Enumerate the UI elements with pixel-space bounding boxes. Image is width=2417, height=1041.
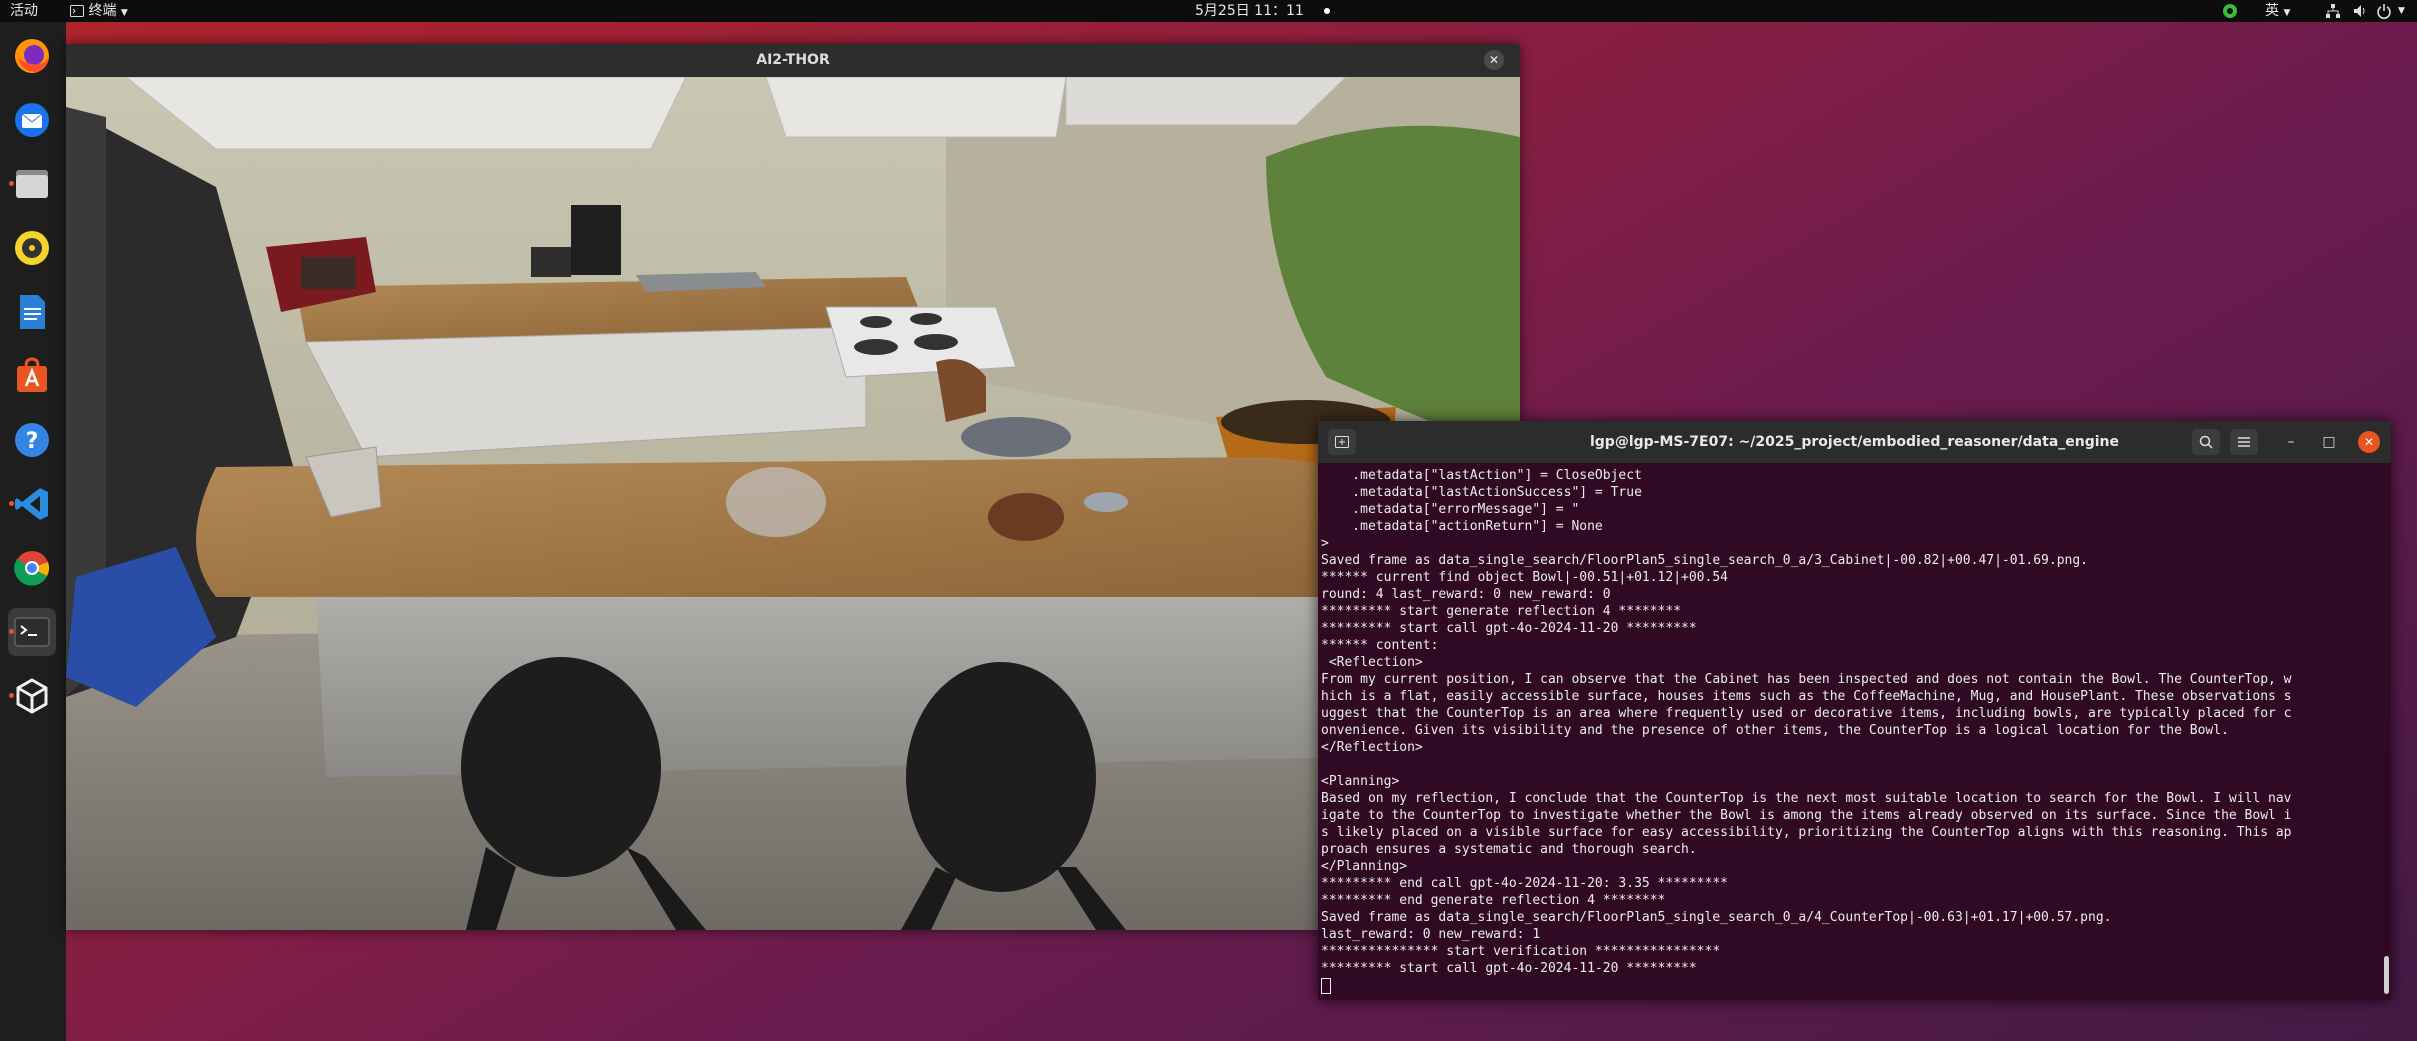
top-bar: 活动 终端 ▼ 5月25日 11：11 英 ▼ ▼ — [0, 0, 2417, 22]
activities-button[interactable]: 活动 — [10, 0, 38, 22]
terminal-line: .metadata["lastAction"] = CloseObject — [1321, 468, 1642, 483]
close-icon[interactable]: ✕ — [1484, 50, 1504, 70]
terminal-line: hich is a flat, easily accessible surfac… — [1321, 689, 2292, 704]
clock[interactable]: 5月25日 11：11 — [1195, 0, 1331, 22]
dock-rhythmbox[interactable] — [8, 224, 56, 272]
dock-vscode[interactable] — [8, 480, 56, 528]
dock-chrome[interactable] — [8, 544, 56, 592]
terminal-line: ****** current find object Bowl|-00.51|+… — [1321, 570, 1728, 585]
dock: ? — [0, 22, 66, 1041]
notification-dot-icon — [1324, 8, 1331, 14]
maximize-button[interactable]: □ — [2318, 431, 2340, 453]
terminal-titlebar[interactable]: lgp@lgp-MS-7E07: ~/2025_project/embodied… — [1318, 421, 2391, 463]
vscode-icon — [15, 488, 48, 520]
dock-firefox[interactable] — [8, 32, 56, 80]
status-green-icon[interactable] — [2222, 3, 2238, 26]
terminal-window[interactable]: lgp@lgp-MS-7E07: ~/2025_project/embodied… — [1318, 421, 2391, 1000]
terminal-line: Saved frame as data_single_search/FloorP… — [1321, 910, 2112, 925]
power-icon[interactable] — [2376, 3, 2392, 26]
clock-label: 5月25日 11：11 — [1195, 3, 1304, 19]
unity-icon — [16, 678, 48, 714]
chevron-down-icon: ▼ — [120, 8, 128, 18]
terminal-line: <Reflection> — [1321, 655, 1423, 670]
terminal-prompt-line[interactable] — [1321, 977, 2381, 994]
menu-button[interactable] — [2230, 429, 2258, 455]
terminal-line: > — [1321, 536, 1329, 551]
kitchen-scene[interactable] — [66, 77, 1520, 930]
chrome-icon — [14, 551, 50, 586]
terminal-line: .metadata["lastActionSuccess"] = True — [1321, 485, 1642, 500]
terminal-line: ********* start call gpt-4o-2024-11-20 *… — [1321, 961, 1697, 976]
terminal-small-icon — [70, 5, 84, 17]
terminal-line: ********* start generate reflection 4 **… — [1321, 604, 1682, 619]
terminal-line: uggest that the CounterTop is an area wh… — [1321, 706, 2292, 721]
terminal-line: </Planning> — [1321, 859, 1408, 874]
dock-writer[interactable] — [8, 288, 56, 336]
terminal-line: <Planning> — [1321, 774, 1400, 789]
ai2thor-window[interactable]: AI2-THOR ✕ — [66, 44, 1520, 930]
kitchen-scene-render — [66, 77, 1520, 930]
thunderbird-icon — [15, 103, 49, 137]
terminal-line: round: 4 last_reward: 0 new_reward: 0 — [1321, 587, 1611, 602]
minimize-icon: – — [2287, 434, 2295, 450]
terminal-line: ****** content: — [1321, 638, 1439, 653]
minimize-button[interactable]: – — [2280, 431, 2302, 453]
terminal-line: ********* end call gpt-4o-2024-11-20: 3.… — [1321, 876, 1728, 891]
app-menu[interactable]: 终端 ▼ — [70, 0, 128, 24]
terminal-line: proach ensures a systematic and thorough… — [1321, 842, 1697, 857]
rhythmbox-icon — [15, 231, 49, 265]
search-icon — [2199, 435, 2213, 449]
close-icon: ✕ — [2363, 435, 2375, 449]
search-button[interactable] — [2192, 429, 2220, 455]
terminal-line: onvenience. Given its visibility and the… — [1321, 723, 2229, 738]
terminal-icon — [14, 617, 50, 647]
terminal-line: </Reflection> — [1321, 740, 1423, 755]
terminal-line: s likely placed on a visible surface for… — [1321, 825, 2292, 840]
dock-thunderbird[interactable] — [8, 96, 56, 144]
terminal-line: .metadata["actionReturn"] = None — [1321, 519, 1603, 534]
terminal-line: From my current position, I can observe … — [1321, 672, 2292, 687]
network-icon[interactable] — [2325, 3, 2341, 26]
terminal-line: igate to the CounterTop to investigate w… — [1321, 808, 2292, 823]
files-icon — [16, 170, 48, 198]
terminal-output[interactable]: .metadata["lastAction"] = CloseObject .m… — [1321, 467, 2381, 997]
software-icon — [17, 357, 47, 392]
volume-icon[interactable] — [2352, 3, 2368, 26]
chevron-down-icon: ▼ — [2283, 8, 2291, 18]
terminal-line: last_reward: 0 new_reward: 1 — [1321, 927, 1541, 942]
dock-unity[interactable] — [8, 672, 56, 720]
chevron-down-icon[interactable]: ▼ — [2398, 0, 2405, 22]
dock-software[interactable] — [8, 352, 56, 400]
terminal-line: *************** start verification *****… — [1321, 944, 1721, 959]
dock-help[interactable]: ? — [8, 416, 56, 464]
writer-icon — [20, 295, 45, 329]
firefox-icon — [15, 39, 49, 73]
svg-text:?: ? — [26, 429, 39, 454]
input-method[interactable]: 英 ▼ — [2265, 0, 2290, 24]
input-method-label: 英 — [2265, 3, 2279, 19]
app-menu-label: 终端 — [88, 3, 117, 19]
terminal-line: ********* end generate reflection 4 ****… — [1321, 893, 1666, 908]
dock-files[interactable] — [8, 160, 56, 208]
terminal-line: .metadata["errorMessage"] = " — [1321, 502, 1580, 517]
terminal-line: Based on my reflection, I conclude that … — [1321, 791, 2292, 806]
close-button[interactable]: ✕ — [2358, 431, 2380, 453]
hamburger-menu-icon — [2238, 436, 2250, 447]
maximize-icon: □ — [2322, 434, 2336, 450]
terminal-line: Saved frame as data_single_search/FloorP… — [1321, 553, 2089, 568]
terminal-scrollbar[interactable] — [2384, 956, 2389, 994]
terminal-line: ********* start call gpt-4o-2024-11-20 *… — [1321, 621, 1697, 636]
help-icon: ? — [15, 423, 49, 457]
terminal-cursor — [1321, 977, 1331, 994]
window-title: AI2-THOR — [66, 44, 1520, 77]
dock-terminal[interactable] — [8, 608, 56, 656]
